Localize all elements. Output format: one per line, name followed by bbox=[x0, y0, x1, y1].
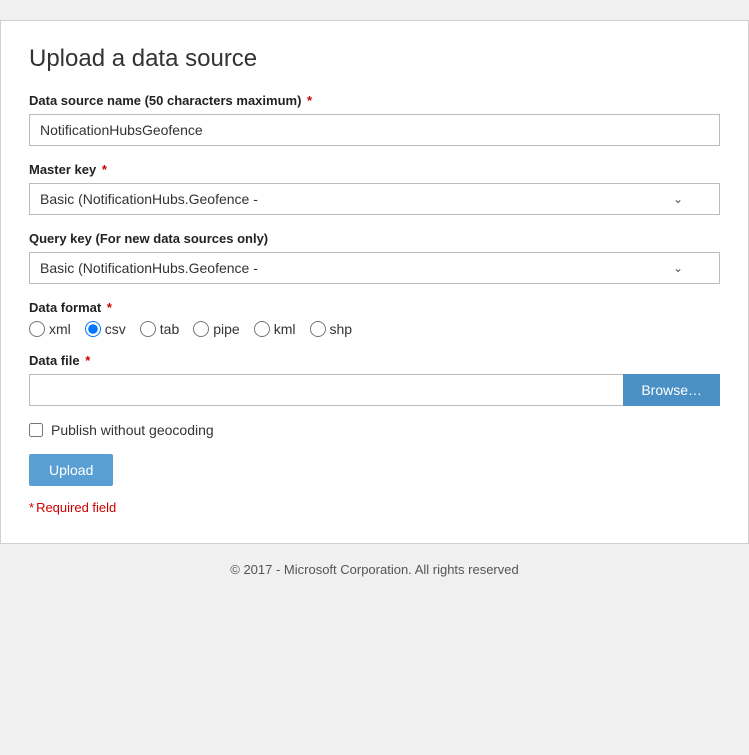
query-key-group: Query key (For new data sources only) Ba… bbox=[29, 231, 720, 284]
datasource-name-group: Data source name (50 characters maximum)… bbox=[29, 93, 720, 146]
query-key-chevron-icon: ⌄ bbox=[673, 261, 683, 275]
data-file-input[interactable] bbox=[29, 374, 623, 406]
datasource-name-input[interactable] bbox=[29, 114, 720, 146]
browse-button[interactable]: Browse… bbox=[623, 374, 720, 406]
master-key-select-wrapper: Basic (NotificationHubs.Geofence - ⌄ bbox=[29, 183, 720, 215]
data-file-required-star: * bbox=[82, 353, 91, 368]
data-file-group: Data file * Browse… bbox=[29, 353, 720, 406]
page-title: Upload a data source bbox=[29, 45, 720, 73]
master-key-value: Basic (NotificationHubs.Geofence - bbox=[40, 191, 258, 207]
datasource-name-required-star: * bbox=[303, 93, 312, 108]
upload-button[interactable]: Upload bbox=[29, 454, 113, 486]
radio-csv-label[interactable]: csv bbox=[105, 321, 126, 337]
query-key-select[interactable]: Basic (NotificationHubs.Geofence - ⌄ bbox=[29, 252, 720, 284]
query-key-label: Query key (For new data sources only) bbox=[29, 231, 720, 246]
data-file-label: Data file * bbox=[29, 353, 720, 368]
radio-xml-label[interactable]: xml bbox=[49, 321, 71, 337]
footer: © 2017 - Microsoft Corporation. All righ… bbox=[0, 544, 749, 585]
radio-item-csv: csv bbox=[85, 321, 126, 337]
radio-item-pipe: pipe bbox=[193, 321, 239, 337]
radio-pipe[interactable] bbox=[193, 321, 209, 337]
page-wrapper: Upload a data source Data source name (5… bbox=[0, 20, 749, 585]
radio-kml-label[interactable]: kml bbox=[274, 321, 296, 337]
master-key-label: Master key * bbox=[29, 162, 720, 177]
radio-shp[interactable] bbox=[310, 321, 326, 337]
publish-geocoding-checkbox[interactable] bbox=[29, 423, 43, 437]
radio-csv[interactable] bbox=[85, 321, 101, 337]
radio-tab-label[interactable]: tab bbox=[160, 321, 179, 337]
radio-pipe-label[interactable]: pipe bbox=[213, 321, 239, 337]
radio-shp-label[interactable]: shp bbox=[330, 321, 353, 337]
master-key-select[interactable]: Basic (NotificationHubs.Geofence - ⌄ bbox=[29, 183, 720, 215]
required-note-star: * bbox=[29, 500, 34, 515]
data-format-radio-group: xml csv tab pipe kml bbox=[29, 321, 720, 337]
data-format-label: Data format * bbox=[29, 300, 720, 315]
master-key-chevron-icon: ⌄ bbox=[673, 192, 683, 206]
file-input-row: Browse… bbox=[29, 374, 720, 406]
radio-item-shp: shp bbox=[310, 321, 353, 337]
form-card: Upload a data source Data source name (5… bbox=[0, 20, 749, 544]
data-format-group: Data format * xml csv tab pipe bbox=[29, 300, 720, 337]
radio-tab[interactable] bbox=[140, 321, 156, 337]
radio-xml[interactable] bbox=[29, 321, 45, 337]
datasource-name-label: Data source name (50 characters maximum)… bbox=[29, 93, 720, 108]
master-key-required-star: * bbox=[98, 162, 107, 177]
radio-kml[interactable] bbox=[254, 321, 270, 337]
radio-item-kml: kml bbox=[254, 321, 296, 337]
radio-item-xml: xml bbox=[29, 321, 71, 337]
query-key-value: Basic (NotificationHubs.Geofence - bbox=[40, 260, 258, 276]
data-format-required-star: * bbox=[103, 300, 112, 315]
required-note: *Required field bbox=[29, 500, 720, 515]
master-key-group: Master key * Basic (NotificationHubs.Geo… bbox=[29, 162, 720, 215]
radio-item-tab: tab bbox=[140, 321, 179, 337]
query-key-select-wrapper: Basic (NotificationHubs.Geofence - ⌄ bbox=[29, 252, 720, 284]
publish-geocoding-label[interactable]: Publish without geocoding bbox=[51, 422, 214, 438]
publish-geocoding-row: Publish without geocoding bbox=[29, 422, 720, 438]
